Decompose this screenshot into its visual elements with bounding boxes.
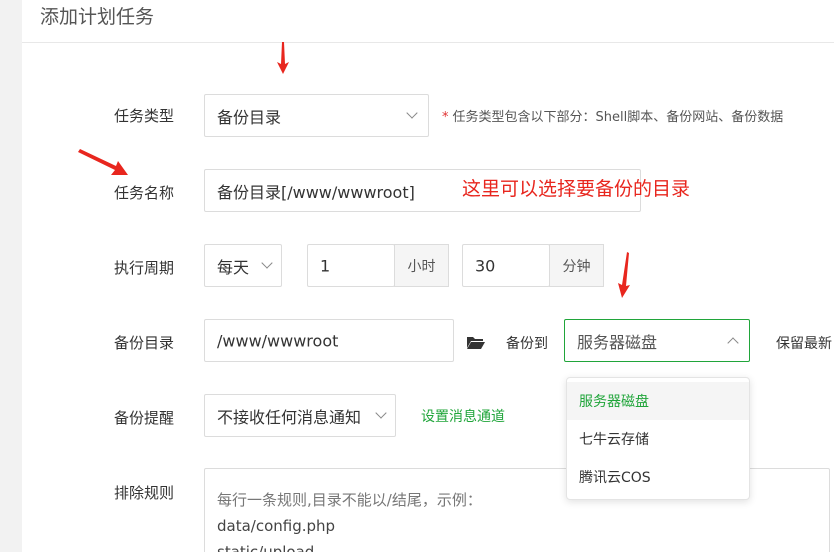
annotation-arrow-down-2 — [618, 252, 630, 298]
chevron-up-icon — [727, 337, 739, 349]
required-star: * — [442, 110, 449, 125]
keep-latest-label: 保留最新 — [776, 336, 832, 352]
schedule-label: 执行周期 — [114, 259, 175, 277]
minute-input[interactable]: 30 — [462, 244, 550, 287]
dropdown-option-qiniu[interactable]: 七牛云存储 — [567, 420, 749, 458]
hour-input[interactable]: 1 — [307, 244, 395, 287]
dropdown-option-tencent-cos[interactable]: 腾讯云COS — [567, 458, 749, 496]
annotation-text: 这里可以选择要备份的目录 — [462, 178, 691, 200]
reminder-value: 不接收任何消息通知 — [217, 407, 362, 427]
hour-value: 1 — [320, 256, 331, 275]
backup-dir-label: 备份目录 — [114, 334, 175, 352]
reminder-label: 备份提醒 — [114, 409, 175, 427]
backup-dir-input[interactable]: /www/wwwroot — [204, 319, 454, 362]
backup-to-dropdown: 服务器磁盘 七牛云存储 腾讯云COS — [566, 377, 750, 500]
annotation-arrow-down-1 — [277, 42, 289, 74]
minute-unit: 分钟 — [549, 244, 604, 287]
title-divider — [22, 42, 834, 43]
reminder-select[interactable]: 不接收任何消息通知 — [204, 394, 396, 437]
period-select[interactable]: 每天 — [204, 244, 282, 287]
backup-to-select[interactable]: 服务器磁盘 — [564, 319, 750, 362]
minute-value: 30 — [475, 256, 496, 275]
folder-open-icon[interactable] — [466, 334, 486, 350]
task-type-label: 任务类型 — [114, 107, 175, 125]
message-channel-link[interactable]: 设置消息通道 — [421, 406, 505, 426]
task-type-hint: * 任务类型包含以下部分：Shell脚本、备份网站、备份数据 — [442, 106, 783, 125]
chevron-down-icon — [261, 257, 273, 269]
task-type-hint-text: 任务类型包含以下部分：Shell脚本、备份网站、备份数据 — [452, 110, 784, 125]
backup-to-value: 服务器磁盘 — [577, 332, 658, 352]
exclude-placeholder-3: static/upload — [217, 543, 315, 552]
annotation-arrow-diagonal — [78, 149, 128, 175]
task-type-value: 备份目录 — [217, 107, 282, 127]
task-type-select[interactable]: 备份目录 — [204, 94, 429, 137]
backup-to-label: 备份到 — [506, 336, 548, 352]
page-title: 添加计划任务 — [40, 6, 155, 28]
exclude-label: 排除规则 — [114, 484, 175, 502]
dropdown-option-server-disk[interactable]: 服务器磁盘 — [567, 382, 749, 420]
exclude-placeholder-2: data/config.php — [217, 517, 336, 535]
backup-dir-value: /www/wwwroot — [217, 331, 339, 350]
chevron-down-icon — [375, 407, 387, 419]
chevron-down-icon — [406, 107, 418, 119]
hour-unit: 小时 — [394, 244, 449, 287]
period-value: 每天 — [217, 257, 250, 277]
task-name-label: 任务名称 — [114, 184, 175, 202]
task-name-value: 备份目录[/www/wwwroot] — [217, 182, 415, 202]
